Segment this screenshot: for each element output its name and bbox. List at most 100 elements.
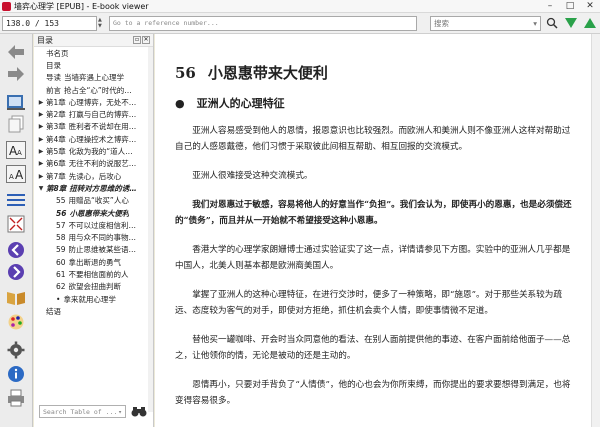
toc-item-label: 扭转对方思维的诱… [69,183,137,193]
toc-item[interactable]: ▶ 第4章 心理操控术之博弈… [34,133,154,145]
toc-item-label: 用与众不同的事物… [68,233,137,243]
search-icon[interactable] [544,15,560,31]
app-icon [2,1,11,11]
toc-item-number: 第5章 [46,147,66,157]
minimize-button[interactable]: – [540,0,560,13]
toc-item[interactable]: 导读 当墙弈遇上心理学 [34,72,154,84]
toc-list: 书名页目录导读 当墙弈遇上心理学 前言 抢占全“心”时代的… ▶ 第1章 心理博弈，无处不…… [34,47,154,407]
paragraph: 我们对恩惠过于敏感，容易将他人的好意当作“负担”。我们会认为，即使再小的恩惠，也… [175,200,572,226]
toc-item[interactable]: ▶ 第5章 化敌为我的“道人… [34,145,154,157]
toc-search-input[interactable]: Search Table of ... ▾ [39,405,126,418]
reference-input[interactable]: Go to a reference number... [109,15,417,31]
copy-icon[interactable] [5,114,27,134]
toc-item[interactable]: 62 欲望会扭曲判断 [34,281,154,293]
find-previous-icon[interactable] [582,15,598,31]
collapsed-arrow-icon[interactable]: ▶ [36,148,46,155]
toc-item[interactable]: ▶ 第7章 先读心，后攻心 [34,170,154,182]
bookmarks-icon[interactable] [5,288,27,308]
toc-item-label: 无往不利的说服艺… [68,159,137,169]
toc-item-label: 心理操控术之博弈… [68,134,137,144]
collapsed-arrow-icon[interactable]: ▶ [36,111,46,118]
toc-item-label: 拿来就用心理学 [63,294,116,304]
svg-text:A: A [9,173,14,181]
paragraph: 恩情再小，只要对手背负了“人情债”，他的心也会为你所束缚，而你提出的要求要想得到… [175,380,571,406]
toc-item-label: 目录 [46,60,61,70]
toc-item[interactable]: 58 用与众不同的事物… [34,231,154,243]
toc-item-number: 61 [56,269,66,279]
side-toolbar: AA AA [0,34,33,427]
toc-item[interactable]: 61 不要相信面前的人 [34,268,154,280]
previous-page-icon[interactable] [5,240,27,260]
toc-item[interactable]: 56 小恩惠带来大便利 [34,207,154,219]
forward-arrow-icon[interactable] [5,64,27,84]
toc-item[interactable]: 59 防止思维被某些语… [34,244,154,256]
table-of-contents-icon[interactable] [5,190,27,210]
toc-item-label: 不要相信面前的人 [68,269,129,279]
toc-item[interactable]: 书名页 [34,47,154,59]
book-content: 56 小恩惠带来大便利 ● 亚洲人的心理特征 亚洲人容易感受到他人的恩情，报恩意识… [155,34,591,427]
maximize-button[interactable]: □ [560,0,580,13]
toc-item-label: 结语 [46,306,61,316]
collapsed-arrow-icon[interactable]: ▶ [36,160,46,167]
toc-item-label: 先读心，后攻心 [68,171,122,181]
toc-item-label: 胜利者不说却在用… [68,122,137,132]
toc-item[interactable]: • 拿来就用心理学 [34,293,154,305]
toc-item-number: 第4章 [46,134,66,144]
toc-item[interactable]: ▼ 第8章 扭转对方思维的诱… [34,182,154,194]
font-smaller-icon[interactable]: AA [5,164,27,184]
toc-item-label: 书名页 [46,48,69,58]
font-larger-icon[interactable]: AA [5,140,27,160]
settings-gear-icon[interactable] [5,340,27,360]
close-panel-icon[interactable]: ✕ [142,36,150,44]
section-title: 亚洲人的心理特征 [196,97,285,110]
collapsed-arrow-icon[interactable]: ▶ [36,123,46,130]
binoculars-icon[interactable] [130,405,148,418]
toc-item-number: 第3章 [46,122,66,132]
chapter-title: 小恩惠带来大便利 [207,64,328,82]
color-palette-icon[interactable] [5,312,27,332]
next-page-icon[interactable] [5,262,27,282]
toc-item[interactable]: ▶ 第2章 打赢与自己的博弈… [34,108,154,120]
collapsed-arrow-icon[interactable]: ▶ [36,173,46,180]
toc-item-number: 57 [56,220,66,230]
paragraph: 亚洲人容易感受到他人的恩情，报恩意识也比较强烈。而欧洲人和美洲人则不像亚洲人这样… [175,126,571,152]
toc-item[interactable]: 结语 [34,305,154,317]
toc-item-label: 欲望会扭曲判断 [68,282,122,292]
toc-item-number: 第7章 [46,171,66,181]
toc-item[interactable]: ▶ 第3章 胜利者不说却在用… [34,121,154,133]
toc-item-number: 60 [56,257,66,267]
find-next-icon[interactable] [563,15,579,31]
close-button[interactable]: ✕ [580,0,600,13]
fullscreen-icon[interactable] [5,214,27,234]
chevron-down-icon[interactable]: ▾ [533,19,537,28]
toc-item[interactable]: 前言 抢占全“心”时代的… [34,84,154,96]
toc-item[interactable]: 目录 [34,59,154,71]
content-scrollbar[interactable] [591,34,600,427]
chapter-number: 56 [175,64,196,82]
paragraph: 亚洲人很难接受这种交流模式。 [192,171,313,181]
toc-item[interactable]: 55 用赠品“收买”人心 [34,195,154,207]
toc-item[interactable]: ▶ 第1章 心理博弈，无处不… [34,96,154,108]
expanded-arrow-icon[interactable]: ▼ [36,185,46,192]
toc-item-number: 第2章 [46,110,66,120]
collapsed-arrow-icon[interactable]: ▶ [36,99,46,106]
svg-text:A: A [17,149,22,157]
toc-item[interactable]: 60 拿出断退的勇气 [34,256,154,268]
top-toolbar: 138.0 / 153 ▲ ▼ Go to a reference number.… [0,13,600,34]
search-input[interactable]: 搜索 ▾ [430,15,541,31]
collapsed-arrow-icon[interactable]: ▶ [36,136,46,143]
bullet-icon: ● [175,96,185,110]
toc-item[interactable]: 57 不可以过度相信利… [34,219,154,231]
position-input[interactable]: 138.0 / 153 [2,15,97,31]
toc-scrollbar[interactable] [148,47,153,412]
back-arrow-icon[interactable] [5,42,27,62]
position-spinner[interactable]: ▲ ▼ [98,16,106,31]
chevron-down-icon[interactable]: ▾ [118,408,122,416]
toc-item-number: 59 [56,245,66,255]
print-icon[interactable] [5,388,27,408]
toc-item-number: 56 [56,208,67,218]
float-panel-icon[interactable]: ▫ [133,36,141,44]
library-icon[interactable] [5,92,27,112]
info-icon[interactable] [5,364,27,384]
toc-item[interactable]: ▶ 第6章 无往不利的说服艺… [34,158,154,170]
